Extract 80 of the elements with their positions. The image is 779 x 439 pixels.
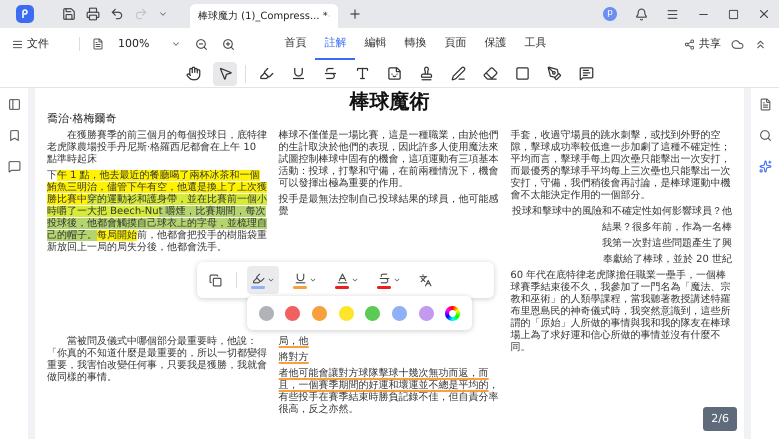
page-indicator: 2/6 bbox=[703, 406, 737, 431]
menu-tab[interactable]: 頁面 bbox=[435, 28, 476, 60]
paragraph: 當被問及儀式中哪個部分最重要時，他說：「你真的不知道什麼是最重要的，所以一切都變得重要，我害怕改變任何事，只要我是獲勝，我就會做同樣的事情。 bbox=[47, 336, 268, 384]
caret-icon bbox=[393, 276, 401, 284]
color-swatch[interactable] bbox=[392, 306, 407, 320]
cursor-icon bbox=[218, 66, 232, 81]
paragraph: 我第一次對這些問題產生了興 bbox=[601, 238, 732, 250]
highlight-button[interactable] bbox=[247, 266, 279, 294]
color-swatch[interactable] bbox=[285, 306, 300, 320]
menu-icon[interactable] bbox=[666, 8, 679, 20]
comment-icon bbox=[578, 66, 594, 81]
paragraph: 局，他 bbox=[278, 336, 310, 348]
select-tool[interactable] bbox=[213, 62, 237, 86]
bookmark-icon[interactable] bbox=[8, 129, 20, 142]
sticker-icon bbox=[386, 66, 402, 81]
document-title: 棒球魔術 bbox=[348, 90, 430, 112]
sparkle-icon[interactable] bbox=[758, 160, 772, 173]
zoom-level[interactable]: 100% bbox=[118, 36, 150, 52]
highlighter-icon bbox=[252, 272, 264, 284]
caret-icon bbox=[309, 276, 317, 284]
file-menu[interactable]: 文件 bbox=[27, 36, 49, 52]
document-tab[interactable]: 棒球魔力 (1)_Compress... * bbox=[190, 4, 338, 28]
author-name: 喬治·格梅爾奇 bbox=[47, 112, 118, 126]
strikethrough-icon bbox=[322, 66, 338, 81]
zoom-out-icon[interactable] bbox=[195, 38, 208, 50]
paragraph: 下午 1 點，他去最近的餐廳喝了兩杯冰茶和一個鮪魚三明治，儘管下午有空，他還是換上了上次獲勝比賽中穿的運動衫和護身帶，並在比賽前一個小時嚼了一大把 Beech-Nut 嚼煙，比賽期間，每次投球後，他都會觸摸自己球衣上的字母，並梳理自己的帽子。每局開始前，他都會把投手的樹脂袋重新放回上一局的局失分後，他都會洗手。 bbox=[47, 170, 268, 254]
rectangle-icon bbox=[514, 66, 530, 81]
paragraph: 棒球不僅僅是一場比賽，這是一種職業，由於他們的生計取決於他們的表現，因此許多人使用魔法來試圖控制棒球中固有的機會，這項運動有三項基本活動：投球，打擊和守備，在前兩種情況下，機會可以發揮出極為重要的作用。 bbox=[278, 130, 500, 190]
print-icon[interactable] bbox=[86, 7, 100, 21]
underline-icon bbox=[294, 272, 306, 284]
color-wheel-icon[interactable] bbox=[445, 306, 460, 320]
zoom-in-icon[interactable] bbox=[222, 38, 236, 50]
hamburger-icon[interactable] bbox=[12, 38, 23, 50]
hand-icon bbox=[186, 66, 200, 81]
share-button[interactable]: 共享 bbox=[699, 36, 721, 52]
save-icon[interactable] bbox=[62, 7, 76, 21]
paragraph: 投手是最無法控制自己投球結果的球員，他可能感覺 bbox=[278, 194, 500, 218]
close-icon[interactable] bbox=[757, 7, 771, 21]
copy-icon bbox=[209, 274, 222, 286]
share-icon[interactable] bbox=[684, 38, 695, 50]
properties-icon[interactable] bbox=[758, 98, 772, 111]
highlighter-icon bbox=[258, 66, 274, 81]
stamp-icon bbox=[418, 66, 434, 81]
color-swatch[interactable] bbox=[365, 306, 380, 320]
menu-tab[interactable]: 編輯 bbox=[355, 28, 396, 60]
underline-icon bbox=[290, 66, 306, 81]
translate-icon bbox=[419, 274, 432, 286]
app-logo-icon[interactable] bbox=[16, 5, 34, 23]
cloud-icon[interactable] bbox=[731, 38, 744, 50]
menu-tab[interactable]: 工具 bbox=[515, 28, 556, 60]
color-swatch[interactable] bbox=[258, 306, 274, 320]
paragraph: 在獲勝賽季的前三個月的每個投球日，底特律老虎隊農場投手丹尼斯·格羅西尼都會在上午 10 點準時起床 bbox=[47, 130, 268, 166]
undo-icon[interactable] bbox=[110, 7, 124, 21]
search-icon[interactable] bbox=[758, 129, 772, 142]
strikethrough-icon bbox=[378, 272, 390, 284]
paragraph: 將對方 bbox=[278, 352, 310, 364]
pen-icon bbox=[546, 66, 562, 81]
paragraph: 投球和擊球中的風險和不確定性如何影響球員？他 bbox=[511, 206, 732, 218]
menu-tab[interactable]: 保護 bbox=[475, 28, 516, 60]
caret-icon bbox=[351, 276, 359, 284]
menu-tab[interactable]: 首頁 bbox=[275, 28, 316, 60]
paragraph: 結果？很多年前，作為一名棒 bbox=[601, 222, 732, 234]
color-swatch[interactable] bbox=[338, 306, 354, 320]
menu-tab[interactable]: 轉換 bbox=[395, 28, 436, 60]
maximize-icon[interactable] bbox=[728, 8, 739, 20]
caret-icon bbox=[267, 276, 275, 284]
marker-icon bbox=[450, 66, 466, 81]
eraser-icon bbox=[482, 66, 498, 81]
page-icon[interactable] bbox=[92, 38, 104, 50]
text-color-icon bbox=[336, 272, 348, 284]
color-swatch[interactable] bbox=[312, 306, 328, 320]
paragraph: 手套，收過守場員的跳水刺擊，或找到外野的空隙，擊球成功率較低進一步加劇了這種不確定性；平均而言，擊球手每上四次壘只能擊出一次安打，而最優秀的擊球手平均每上三次壘也只能擊出一次安打，守備，我們稍後會再討論，是棒球運動中機會不太能決定作用的一個部分。 bbox=[510, 130, 732, 202]
comment-icon[interactable] bbox=[8, 160, 20, 173]
paragraph: 者他可能會讓對方球隊擊球十幾次無功而返，而且，一個賽季期間的好運和壞運並不總是平均的，有些投手在賽季結束時勝負記錄不佳，但自責分率很高，反之亦然。 bbox=[278, 368, 500, 416]
thumbnail-icon[interactable] bbox=[8, 98, 20, 111]
notification-icon[interactable] bbox=[635, 8, 648, 20]
paragraph: 60 年代在底特律老虎隊擔任職業一壘手，一個棒球賽季結束後不久，我參加了一門名為「魔法、宗教和巫術」的人類學課程，當我聽著教授講述特羅布里恩島民的神奇儀式時，我突然意識到，這些所謂的「原始」人所做的事情與我和我的隊友在棒球場上為了求好運和信心所做的事情並沒有什麼不同。 bbox=[510, 270, 732, 354]
color-swatch[interactable] bbox=[418, 306, 434, 320]
paragraph: 奉獻給了棒球，並於 20 世紀 bbox=[602, 254, 732, 266]
new-tab-icon[interactable] bbox=[348, 7, 362, 21]
